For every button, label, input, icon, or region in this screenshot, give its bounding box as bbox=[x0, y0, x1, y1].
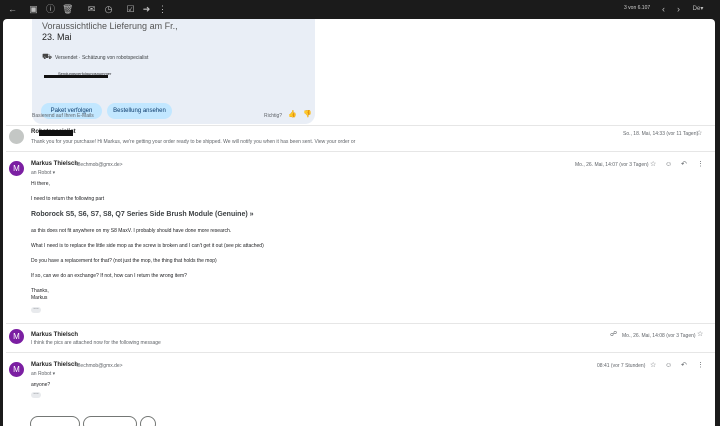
add-task-icon[interactable]: ☑ bbox=[125, 4, 136, 15]
star-icon[interactable]: ☆ bbox=[650, 161, 656, 169]
message-snippet[interactable]: Thank you for your purchase! Hi Markus, … bbox=[31, 139, 417, 145]
recipient[interactable]: an Robot ▾ bbox=[31, 371, 55, 377]
reply-button[interactable] bbox=[30, 416, 80, 426]
message-date: Mo., 26. Mai, 14:07 (vor 3 Tagen) bbox=[575, 162, 649, 168]
keyboard-language-icon[interactable]: De▾ bbox=[689, 4, 707, 15]
message-date: 08:41 (vor 7 Stunden) bbox=[597, 363, 646, 369]
divider bbox=[6, 323, 715, 324]
move-to-icon[interactable]: ➜ bbox=[141, 4, 152, 15]
back-arrow-icon[interactable]: ← bbox=[7, 4, 18, 15]
sender-name[interactable]: Markus Thielsch bbox=[31, 362, 78, 368]
sender-email: <flechmob@gmx.de> bbox=[75, 162, 123, 168]
message-date: Mo., 26. Mai, 14:08 (vor 3 Tagen) bbox=[622, 333, 696, 339]
tracking-label: Sendungsverfolgungsnummer bbox=[58, 71, 112, 76]
body-line: If so, can we do an exchange? If not, ho… bbox=[31, 273, 187, 279]
divider bbox=[6, 151, 715, 152]
body-line: Do you have a replacement for that? (not… bbox=[31, 258, 217, 264]
show-trimmed-button[interactable]: … bbox=[31, 305, 41, 313]
star-icon[interactable]: ☆ bbox=[650, 362, 656, 370]
top-toolbar: ← ▣ ⓘ 🗑 ✉ ◷ ☑ ➜ ⋮ 3 von 6.107 ‹ › De▾ bbox=[0, 0, 720, 19]
delivery-date: 23. Mai bbox=[42, 32, 72, 42]
archive-icon[interactable]: ▣ bbox=[28, 4, 39, 15]
shipped-text: Versendet · Schätzung von robotspecialis… bbox=[55, 55, 149, 61]
redaction-mark bbox=[39, 130, 73, 136]
message-date: So., 18. Mai, 14:33 (vor 11 Tagen) bbox=[623, 131, 699, 137]
signature-name: Markus bbox=[31, 295, 48, 301]
message-pane: Voraussichtliche Lieferung am Fr., 23. M… bbox=[3, 19, 715, 426]
emoji-react-icon[interactable]: ☺ bbox=[665, 362, 672, 370]
sender-name[interactable]: Markus Thielsch bbox=[31, 161, 78, 167]
reply-icon[interactable]: ↶ bbox=[681, 362, 687, 370]
more-options-icon[interactable]: ⋮ bbox=[697, 161, 704, 169]
view-order-button[interactable]: Bestellung ansehen bbox=[107, 103, 172, 119]
correct-question: Richtig? bbox=[264, 113, 283, 119]
recipient-label: an Robot bbox=[31, 170, 52, 176]
more-icon[interactable]: ⋮ bbox=[157, 4, 168, 15]
body-line: What I need is to replace the little sid… bbox=[31, 243, 264, 249]
snooze-icon[interactable]: ◷ bbox=[103, 4, 114, 15]
star-icon[interactable]: ☆ bbox=[697, 331, 703, 339]
avatar bbox=[9, 129, 24, 144]
more-options-icon[interactable]: ⋮ bbox=[697, 362, 704, 370]
avatar: M bbox=[9, 161, 24, 176]
divider bbox=[6, 125, 715, 126]
star-icon[interactable]: ☆ bbox=[696, 130, 702, 138]
message-snippet[interactable]: I think the pics are attached now for th… bbox=[31, 340, 161, 346]
package-title: Voraussichtliche Lieferung am Fr., bbox=[42, 21, 178, 31]
body-line: as this does not fit anywhere on my S8 M… bbox=[31, 228, 232, 234]
recipient-label: an Robot bbox=[31, 371, 52, 377]
greeting: Hi there, bbox=[31, 181, 50, 187]
recipient[interactable]: an Robot ▾ bbox=[31, 170, 55, 176]
show-trimmed-button[interactable]: … bbox=[31, 390, 41, 398]
emoji-react-icon[interactable]: ☺ bbox=[665, 161, 672, 169]
attachment-icon: ☍ bbox=[610, 331, 618, 338]
report-spam-icon[interactable]: ⓘ bbox=[45, 4, 56, 15]
newer-icon[interactable]: ‹ bbox=[658, 4, 669, 15]
thumbs-down-icon[interactable]: 👎 bbox=[303, 111, 312, 119]
sign-off: Thanks, bbox=[31, 288, 49, 294]
sender-email: <flechmob@gmx.de> bbox=[75, 363, 123, 369]
reply-icon[interactable]: ↶ bbox=[681, 161, 687, 169]
message-body: anyone? bbox=[31, 382, 51, 388]
message-counter: 3 von 6.107 bbox=[624, 5, 651, 11]
delete-icon[interactable]: 🗑 bbox=[62, 4, 73, 15]
mark-unread-icon[interactable]: ✉ bbox=[86, 4, 97, 15]
truck-icon: ⛟ bbox=[42, 52, 53, 61]
divider bbox=[6, 352, 715, 353]
body-line: I need to return the following part bbox=[31, 196, 105, 202]
package-card: Voraussichtliche Lieferung am Fr., 23. M… bbox=[32, 19, 315, 124]
avatar: M bbox=[9, 329, 24, 344]
based-on-text: Basierend auf Ihren E-Mails bbox=[32, 113, 94, 119]
sender-name[interactable]: Markus Thielsch bbox=[31, 332, 78, 338]
older-icon[interactable]: › bbox=[673, 4, 684, 15]
forward-button[interactable] bbox=[83, 416, 137, 426]
avatar: M bbox=[9, 362, 24, 377]
react-button[interactable] bbox=[140, 416, 156, 426]
product-link[interactable]: Roborock S5, S6, S7, S8, Q7 Series Side … bbox=[31, 211, 254, 218]
thumbs-up-icon[interactable]: 👍 bbox=[288, 111, 297, 119]
